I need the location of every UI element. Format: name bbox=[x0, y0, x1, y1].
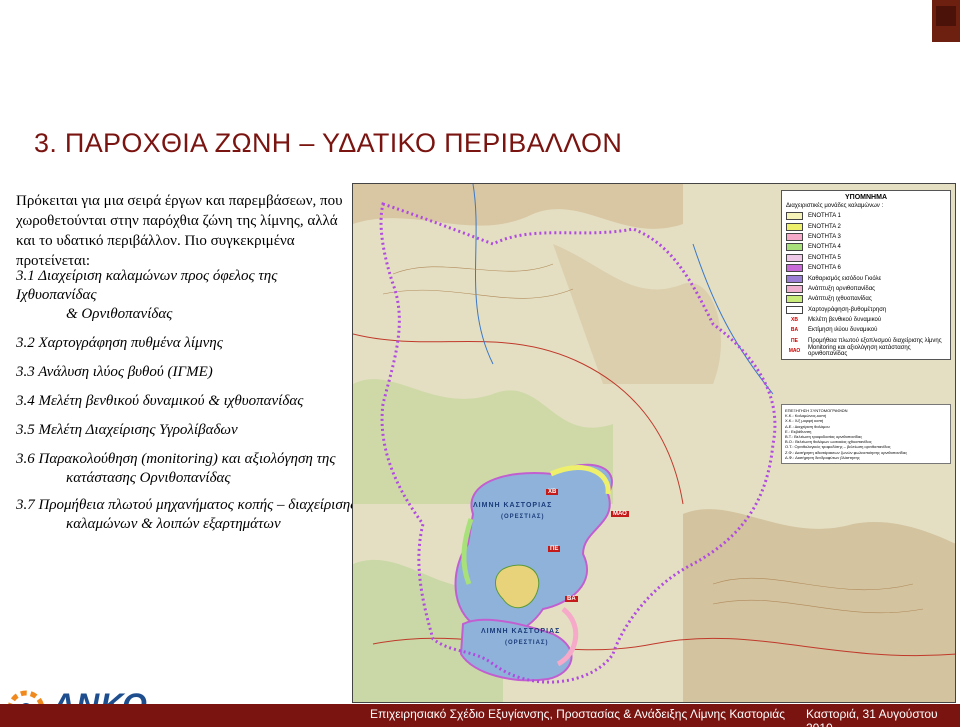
tag-pe: ΠΕ bbox=[548, 546, 561, 552]
legend-swatch bbox=[786, 232, 803, 241]
legend-unit-row: ΕΝΟΤΗΤΑ 6 bbox=[786, 263, 946, 273]
legend-label: Monitoring και αξιολόγηση κατάστασης ορν… bbox=[808, 345, 911, 358]
legend-label: Χαρτογράφηση-βυθομέτρηση bbox=[808, 306, 887, 313]
legend-code: ΧΒ bbox=[791, 317, 798, 324]
legend-code: ΒΑ bbox=[790, 327, 799, 334]
lake-map: ΛΙΜΝΗ ΚΑΣΤΟΡΙΑΣ (ΟΡΕΣΤΙΑΣ) ΛΙΜΝΗ ΚΑΣΤΟΡΙ… bbox=[352, 183, 956, 703]
lake-sublabel: (ΟΡΕΣΤΙΑΣ) bbox=[501, 514, 545, 520]
lake-label-south: ΛΙΜΝΗ ΚΑΣΤΟΡΙΑΣ bbox=[481, 628, 561, 635]
list-item-text: 3.3 Ανάλυση ιλύος βυθού (ΙΓΜΕ) bbox=[16, 364, 213, 380]
list-item: 3.4 Μελέτη βενθικού δυναμικού & ιχθυοπαν… bbox=[16, 392, 361, 411]
legend-label: Καθαρισμός εισόδου Γκιόλε bbox=[808, 275, 882, 282]
list-item-sub: & Ορνιθοπανίδας bbox=[66, 306, 173, 322]
legend-label: ΕΝΟΤΗΤΑ 4 bbox=[808, 244, 841, 251]
list-item: 3.3 Ανάλυση ιλύος βυθού (ΙΓΜΕ) bbox=[16, 363, 361, 382]
legend-action-row: ΒΑ Εκτίμηση ιλύου δυναμικού bbox=[786, 325, 946, 335]
legend-action-row: Ανάπτυξη ορνιθοπανίδας bbox=[786, 284, 946, 294]
legend-action-row: Χαρτογράφηση-βυθομέτρηση bbox=[786, 305, 946, 315]
footer-date: Καστοριά, 31 Αυγούστου 2010 bbox=[806, 707, 938, 727]
legend-unit-row: ΕΝΟΤΗΤΑ 2 bbox=[786, 221, 946, 231]
legend-label: ΕΝΟΤΗΤΑ 5 bbox=[808, 254, 841, 261]
legend-label: Μελέτη βενθικού δυναμικού bbox=[808, 317, 882, 324]
corner-decoration bbox=[932, 0, 960, 42]
legend-label: Προμήθεια πλωτού εξοπλισμού διαχείρισης … bbox=[808, 337, 942, 344]
legend-unit-row: ΕΝΟΤΗΤΑ 4 bbox=[786, 242, 946, 252]
list-item-sub: καλαμώνων & λοιπών εξαρτημάτων bbox=[66, 516, 281, 532]
tag-ba: ΒΑ bbox=[565, 596, 578, 602]
terrain-patch bbox=[683, 509, 955, 702]
list-item-text: 3.5 Μελέτη Διαχείρισης Υγρολίβαδων bbox=[16, 422, 238, 438]
legend-action-row: Καθαρισμός εισόδου Γκιόλε bbox=[786, 273, 946, 283]
list-item-text: 3.2 Χαρτογράφηση πυθμένα λίμνης bbox=[16, 335, 223, 351]
legend-swatch bbox=[786, 264, 803, 273]
legend-code: ΠΕ bbox=[791, 337, 798, 344]
legend-swatch bbox=[786, 222, 803, 231]
list-item: 3.5 Μελέτη Διαχείρισης Υγρολίβαδων bbox=[16, 421, 361, 440]
legend-swatch bbox=[786, 295, 803, 304]
legend-label: ΕΝΟΤΗΤΑ 1 bbox=[808, 213, 841, 220]
list-item-text: 3.4 Μελέτη βενθικού δυναμικού & ιχθυοπαν… bbox=[16, 393, 304, 409]
legend-action-row: ΧΒ Μελέτη βενθικού δυναμικού bbox=[786, 315, 946, 325]
legend-label: ΕΝΟΤΗΤΑ 3 bbox=[808, 233, 841, 240]
list-item: 3.2 Χαρτογράφηση πυθμένα λίμνης bbox=[16, 334, 361, 353]
legend-swatch bbox=[786, 253, 803, 262]
list-item: 3.7 Προμήθεια πλωτού μηχανήματος κοπής –… bbox=[16, 496, 361, 534]
legend-units: ΕΝΟΤΗΤΑ 1 ΕΝΟΤΗΤΑ 2 ΕΝΟΤΗΤΑ 3 ΕΝΟΤΗΤΑ 4 ΕΝΟΤ… bbox=[786, 211, 946, 273]
list-item-text: 3.7 Προμήθεια πλωτού μηχανήματος κοπής –… bbox=[16, 497, 357, 513]
list-item-text: 3.1 Διαχείριση καλαμώνων προς όφελος της… bbox=[16, 268, 278, 303]
slide-title: 3. ΠΑΡΟΧΘΙΑ ΖΩΝΗ – ΥΔΑΤΙΚΟ ΠΕΡΙΒΑΛΛΟΝ bbox=[34, 128, 623, 158]
legend-subtitle: Διαχειριστικές μονάδες καλαμώνων : bbox=[786, 203, 884, 209]
legend-title: ΥΠΟΜΝΗΜΑ bbox=[845, 194, 887, 201]
footer-text: Επιχειρησιακό Σχέδιο Εξυγίανσης, Προστασ… bbox=[370, 707, 785, 721]
intro-paragraph: Πρόκειται για μια σειρά έργων και παρεμβ… bbox=[16, 193, 343, 269]
legend-label: ΕΝΟΤΗΤΑ 2 bbox=[808, 223, 841, 230]
legend-unit-row: ΕΝΟΤΗΤΑ 3 bbox=[786, 232, 946, 242]
map-abbreviations: ΕΠΕΞΗΓΗΣΗ ΣΥΝΤΟΜΟΓΡΑΦΙΩΝ Κ.Κ.: Καλαμώνας-… bbox=[781, 404, 951, 465]
legend-label: Ανάπτυξη ιχθυοπανίδας bbox=[808, 296, 872, 303]
legend-action-row: ΜΑΟ Monitoring και αξιολόγηση κατάστασης … bbox=[786, 345, 946, 358]
list-item-sub: κατάστασης Ορνιθοπανίδας bbox=[66, 470, 231, 486]
legend-label: Ανάπτυξη ορνιθοπανίδας bbox=[808, 285, 876, 292]
legend-code: ΜΑΟ bbox=[788, 348, 801, 355]
list-item-text: 3.6 Παρακολούθηση (monitoring) και αξιολ… bbox=[16, 451, 336, 467]
legend-unit-row: ΕΝΟΤΗΤΑ 1 bbox=[786, 211, 946, 221]
legend-swatch bbox=[786, 243, 803, 252]
lake-sublabel-south: (ΟΡΕΣΤΙΑΣ) bbox=[505, 640, 549, 646]
legend-action-row: Ανάπτυξη ιχθυοπανίδας bbox=[786, 294, 946, 304]
list-item: 3.1 Διαχείριση καλαμώνων προς όφελος της… bbox=[16, 267, 361, 324]
legend-swatch bbox=[786, 274, 803, 283]
legend-unit-row: ΕΝΟΤΗΤΑ 5 bbox=[786, 253, 946, 263]
tag-mao: ΜΑΟ bbox=[611, 511, 629, 517]
legend-swatch bbox=[786, 305, 803, 314]
legend-label: Εκτίμηση ιλύου δυναμικού bbox=[808, 327, 878, 334]
legend-label: ΕΝΟΤΗΤΑ 6 bbox=[808, 265, 841, 272]
top-bar bbox=[0, 0, 928, 42]
lake-label: ΛΙΜΝΗ ΚΑΣΤΟΡΙΑΣ bbox=[473, 502, 553, 509]
legend-swatch bbox=[786, 212, 803, 221]
note-line: Δ.Φ.: Διατήρηση δενδροφύτων βλάστησης bbox=[785, 454, 860, 460]
proposal-list: 3.1 Διαχείριση καλαμώνων προς όφελος της… bbox=[16, 267, 361, 544]
tag-xb: ΧΒ bbox=[546, 489, 559, 495]
list-item: 3.6 Παρακολούθηση (monitoring) και αξιολ… bbox=[16, 450, 361, 488]
map-legend: ΥΠΟΜΝΗΜΑ Διαχειριστικές μονάδες καλαμώνω… bbox=[781, 190, 951, 361]
legend-actions: Καθαρισμός εισόδου Γκιόλε Ανάπτυξη ορνιθο… bbox=[786, 273, 946, 358]
legend-swatch bbox=[786, 284, 803, 293]
